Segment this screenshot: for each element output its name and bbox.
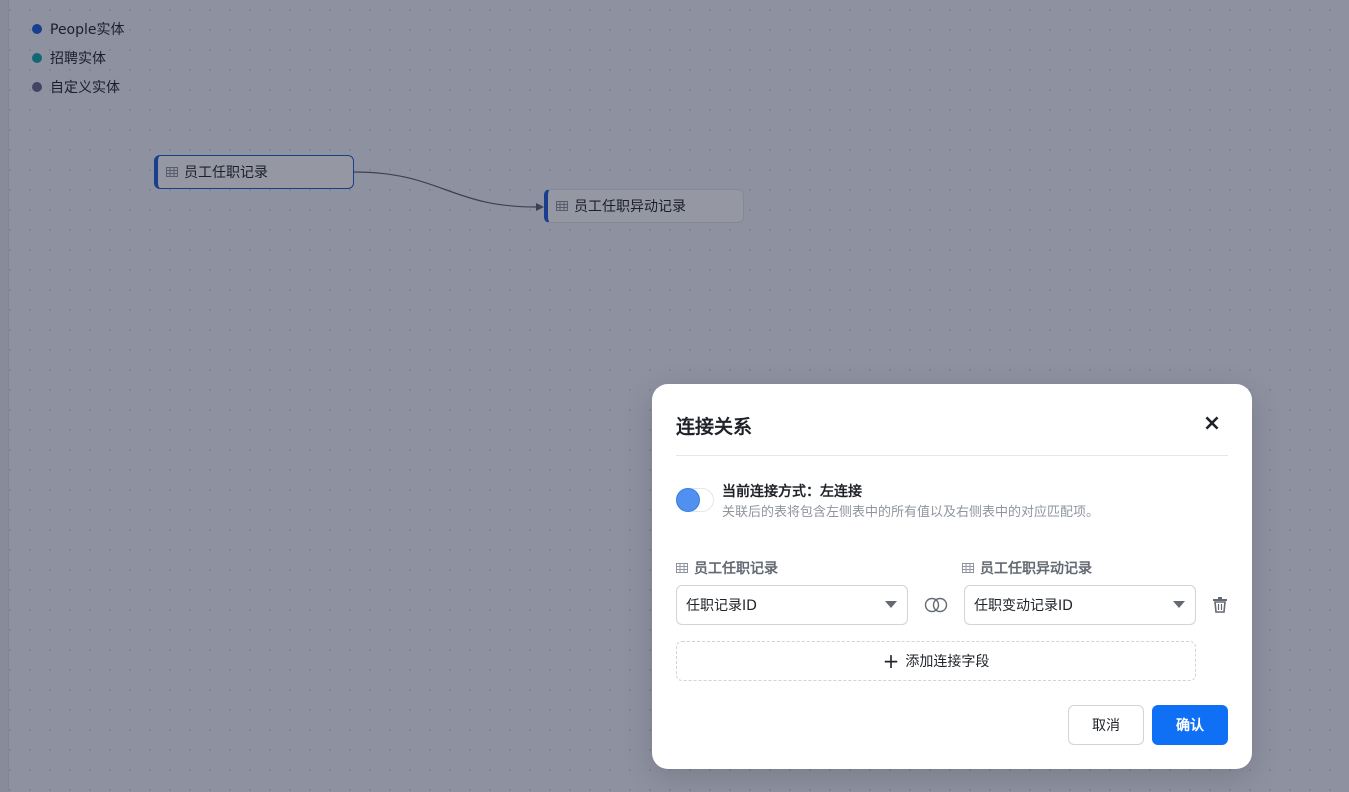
table-icon (676, 563, 688, 573)
left-table-name: 员工任职记录 (694, 561, 778, 577)
add-join-field-button[interactable]: + 添加连接字段 (676, 641, 1196, 681)
left-field-value: 任职记录ID (686, 598, 757, 614)
right-field-value: 任职变动记录ID (974, 598, 1073, 614)
join-mode-description: 关联后的表将包含左侧表中的所有值以及右侧表中的对应匹配项。 (722, 505, 1100, 520)
join-mode-toggle[interactable] (676, 488, 714, 512)
cancel-button[interactable]: 取消 (1068, 705, 1144, 745)
confirm-button[interactable]: 确认 (1152, 705, 1228, 745)
join-relation-dialog: 连接关系 × 当前连接方式：左连接 关联后的表将包含左侧表中的所有值以及右侧表中… (652, 384, 1252, 769)
plus-icon: + (882, 649, 900, 673)
left-field-select[interactable]: 任职记录ID (676, 585, 908, 625)
chevron-down-icon (885, 601, 897, 608)
close-icon[interactable]: × (1200, 413, 1224, 438)
table-icon (962, 563, 974, 573)
add-field-label: 添加连接字段 (905, 654, 990, 670)
join-mode-title: 当前连接方式：左连接 (722, 484, 862, 500)
left-table-label: 员工任职记录 (676, 558, 778, 578)
join-type-icon[interactable] (924, 596, 948, 614)
right-table-name: 员工任职异动记录 (980, 561, 1092, 577)
toggle-knob (676, 488, 700, 512)
right-field-select[interactable]: 任职变动记录ID (964, 585, 1196, 625)
dialog-divider (676, 455, 1228, 456)
right-table-label: 员工任职异动记录 (962, 558, 1092, 578)
dialog-title: 连接关系 (676, 416, 753, 438)
chevron-down-icon (1173, 601, 1185, 608)
trash-icon[interactable] (1212, 596, 1228, 614)
